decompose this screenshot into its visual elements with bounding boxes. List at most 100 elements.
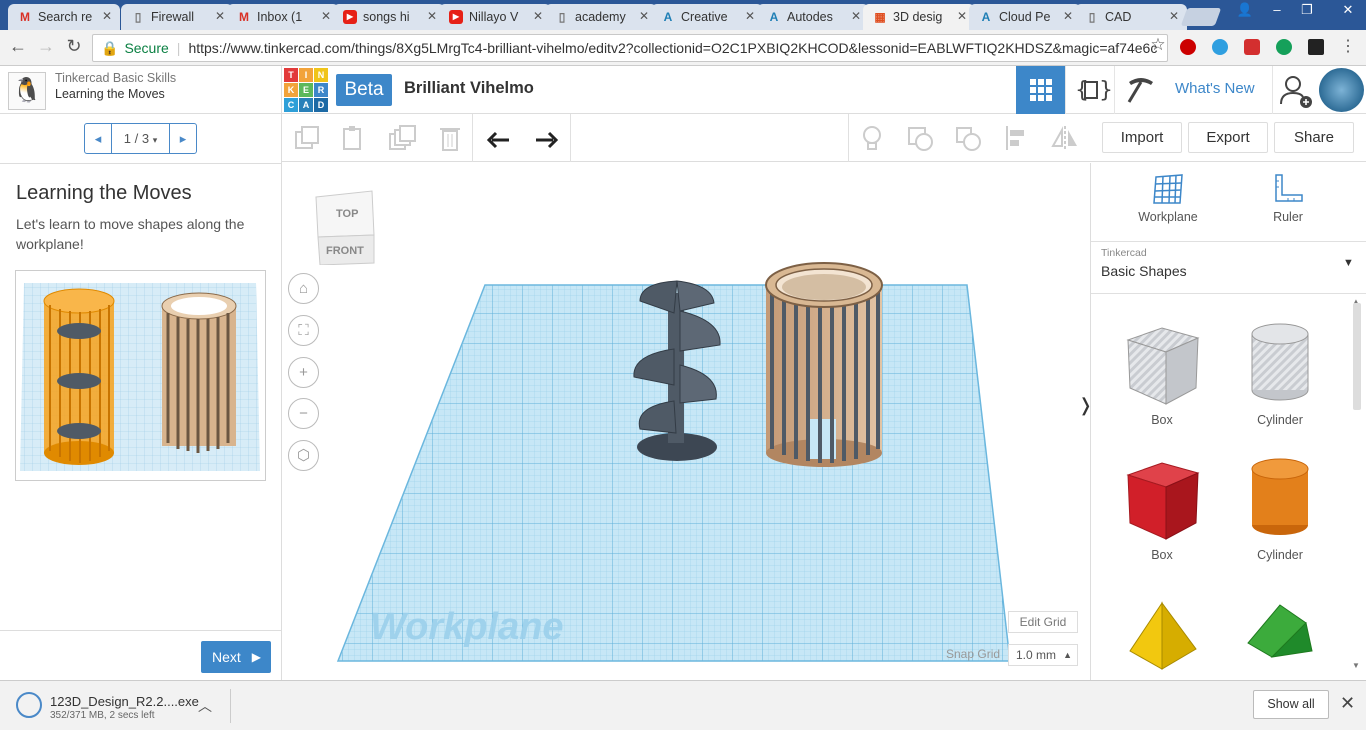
- close-tab-icon[interactable]: ✕: [215, 9, 225, 23]
- caret-down-icon[interactable]: ▼: [1343, 257, 1354, 269]
- shape-box-solid[interactable]: Box: [1117, 453, 1207, 562]
- divider: [1091, 241, 1366, 242]
- undo-icon[interactable]: [484, 124, 514, 152]
- close-window-icon[interactable]: ✕: [1330, 0, 1366, 20]
- browser-tab[interactable]: ▯ academy ✕: [545, 4, 657, 30]
- close-tab-icon[interactable]: ✕: [639, 9, 649, 23]
- box-hole-icon: [1126, 327, 1200, 405]
- doc-icon: ▯: [558, 10, 566, 24]
- browser-tab[interactable]: A Autodes ✕: [757, 4, 869, 30]
- grammarly-extension-icon[interactable]: [1276, 39, 1292, 55]
- next-step-button[interactable]: ▸: [170, 124, 196, 153]
- whats-new-link[interactable]: What's New: [1175, 80, 1255, 97]
- prev-step-button[interactable]: ◂: [85, 124, 111, 153]
- next-button[interactable]: Next ▶: [201, 641, 271, 673]
- opera-extension-icon[interactable]: [1180, 39, 1196, 55]
- browser-tab[interactable]: ▶ songs hi ✕: [333, 4, 445, 30]
- align-icon[interactable]: [1002, 124, 1032, 152]
- shape-roof[interactable]: [1235, 593, 1325, 676]
- bookmark-star-icon[interactable]: ☆: [1146, 35, 1170, 55]
- cloud-extension-icon[interactable]: [1212, 39, 1228, 55]
- zoom-out-button[interactable]: −: [288, 398, 319, 429]
- browser-tab[interactable]: ▶ Nillayo V ✕: [439, 4, 551, 30]
- lightbulb-icon[interactable]: [857, 124, 887, 152]
- mirror-icon[interactable]: [1050, 124, 1080, 152]
- paste-icon[interactable]: [338, 124, 368, 152]
- close-tab-icon[interactable]: ✕: [1063, 9, 1073, 23]
- shape-cylinder-hole[interactable]: Cylinder: [1235, 318, 1325, 427]
- maximize-icon[interactable]: ❐: [1292, 0, 1322, 20]
- browser-tab[interactable]: M Search re ✕: [8, 4, 120, 30]
- close-tab-icon[interactable]: ✕: [851, 9, 861, 23]
- download-filename[interactable]: 123D_Design_R2.2....exe: [50, 694, 199, 709]
- browser-tab-active[interactable]: ▦ 3D desig ✕: [863, 4, 975, 30]
- close-tab-icon[interactable]: ✕: [102, 9, 112, 23]
- export-button[interactable]: Export: [1188, 122, 1268, 153]
- duplicate-icon[interactable]: [387, 124, 417, 152]
- design-view-button[interactable]: [1016, 66, 1065, 114]
- browser-tab[interactable]: ▯ Firewall ✕: [121, 4, 233, 30]
- shield-extension-icon[interactable]: [1244, 39, 1260, 55]
- edit-grid-button[interactable]: Edit Grid: [1008, 611, 1078, 633]
- cage-tower-model[interactable]: [765, 262, 883, 467]
- url-input[interactable]: 🔒 Secure | https://www.tinkercad.com/things…: [92, 34, 1168, 62]
- home-view-button[interactable]: ⌂: [288, 273, 319, 304]
- library-select[interactable]: Basic Shapes: [1101, 263, 1187, 279]
- minimize-icon[interactable]: –: [1262, 0, 1292, 20]
- profile-icon[interactable]: 👤: [1230, 0, 1260, 20]
- perspective-button[interactable]: ⬡: [288, 440, 319, 471]
- new-tab-button[interactable]: [1180, 8, 1222, 26]
- copy-icon[interactable]: [292, 124, 322, 152]
- caret-down-icon: ▾: [152, 135, 158, 145]
- reload-icon[interactable]: ↻: [62, 36, 86, 57]
- scroll-down-icon[interactable]: ▼: [1352, 661, 1360, 670]
- chrome-menu-icon[interactable]: ⋮: [1336, 36, 1360, 56]
- browser-tab[interactable]: ▯ CAD ✕: [1075, 4, 1187, 30]
- group-icon[interactable]: [905, 124, 935, 152]
- add-user-button[interactable]: [1272, 66, 1320, 114]
- close-tab-icon[interactable]: ✕: [533, 9, 543, 23]
- redo-icon[interactable]: [531, 124, 561, 152]
- tinkercad-icon: ▦: [874, 10, 886, 24]
- show-all-button[interactable]: Show all: [1253, 690, 1329, 719]
- forward-icon[interactable]: →: [34, 36, 58, 57]
- close-tab-icon[interactable]: ✕: [745, 9, 755, 23]
- close-tab-icon[interactable]: ✕: [957, 9, 967, 23]
- shape-cylinder-solid[interactable]: Cylinder: [1235, 453, 1325, 562]
- tinkercad-logo[interactable]: T I N K E R C A D: [284, 68, 328, 112]
- doc-icon: ▯: [134, 10, 142, 24]
- scrollbar-thumb[interactable]: [1353, 303, 1361, 410]
- close-tab-icon[interactable]: ✕: [1169, 9, 1179, 23]
- snap-grid-select[interactable]: 1.0 mm ▲: [1008, 644, 1078, 666]
- browser-tab[interactable]: A Cloud Pe ✕: [969, 4, 1081, 30]
- user-avatar[interactable]: [1319, 68, 1364, 112]
- download-progress-icon[interactable]: [16, 692, 42, 718]
- design-name[interactable]: Brilliant Vihelmo: [404, 79, 534, 98]
- close-tab-icon[interactable]: ✕: [427, 9, 437, 23]
- workplane-scene[interactable]: Workplane: [282, 163, 1090, 680]
- ruler-tool[interactable]: Ruler: [1243, 171, 1333, 224]
- extension-icon[interactable]: [1308, 39, 1324, 55]
- step-select[interactable]: 1 / 3 ▾: [111, 124, 170, 153]
- import-button[interactable]: Import: [1102, 122, 1182, 153]
- back-icon[interactable]: ←: [6, 36, 30, 57]
- fit-view-button[interactable]: ⛶: [288, 315, 319, 346]
- browser-tab[interactable]: A Creative ✕: [651, 4, 763, 30]
- gmail-icon: M: [20, 10, 30, 24]
- view-cube[interactable]: TOP FRONT: [312, 187, 376, 266]
- zoom-in-button[interactable]: +: [288, 357, 319, 388]
- shape-box-hole[interactable]: Box: [1117, 318, 1207, 427]
- ungroup-icon[interactable]: [953, 124, 983, 152]
- codeblocks-button[interactable]: {}: [1065, 66, 1114, 114]
- chevron-up-icon[interactable]: ︿: [198, 696, 212, 716]
- browser-tab[interactable]: M Inbox (1 ✕: [227, 4, 339, 30]
- workplane-tool[interactable]: Workplane: [1123, 171, 1213, 224]
- 3d-viewport[interactable]: Workplane TOP FRONT ⌂ ⛶ + − ⬡ Edit Grid …: [282, 163, 1093, 680]
- close-tab-icon[interactable]: ✕: [321, 9, 331, 23]
- logo-letter: A: [299, 98, 313, 112]
- shape-pyramid[interactable]: [1117, 593, 1207, 676]
- delete-icon[interactable]: [435, 124, 465, 152]
- share-button[interactable]: Share: [1274, 122, 1354, 153]
- minecraft-button[interactable]: [1114, 66, 1163, 114]
- close-download-bar-icon[interactable]: ✕: [1340, 693, 1355, 714]
